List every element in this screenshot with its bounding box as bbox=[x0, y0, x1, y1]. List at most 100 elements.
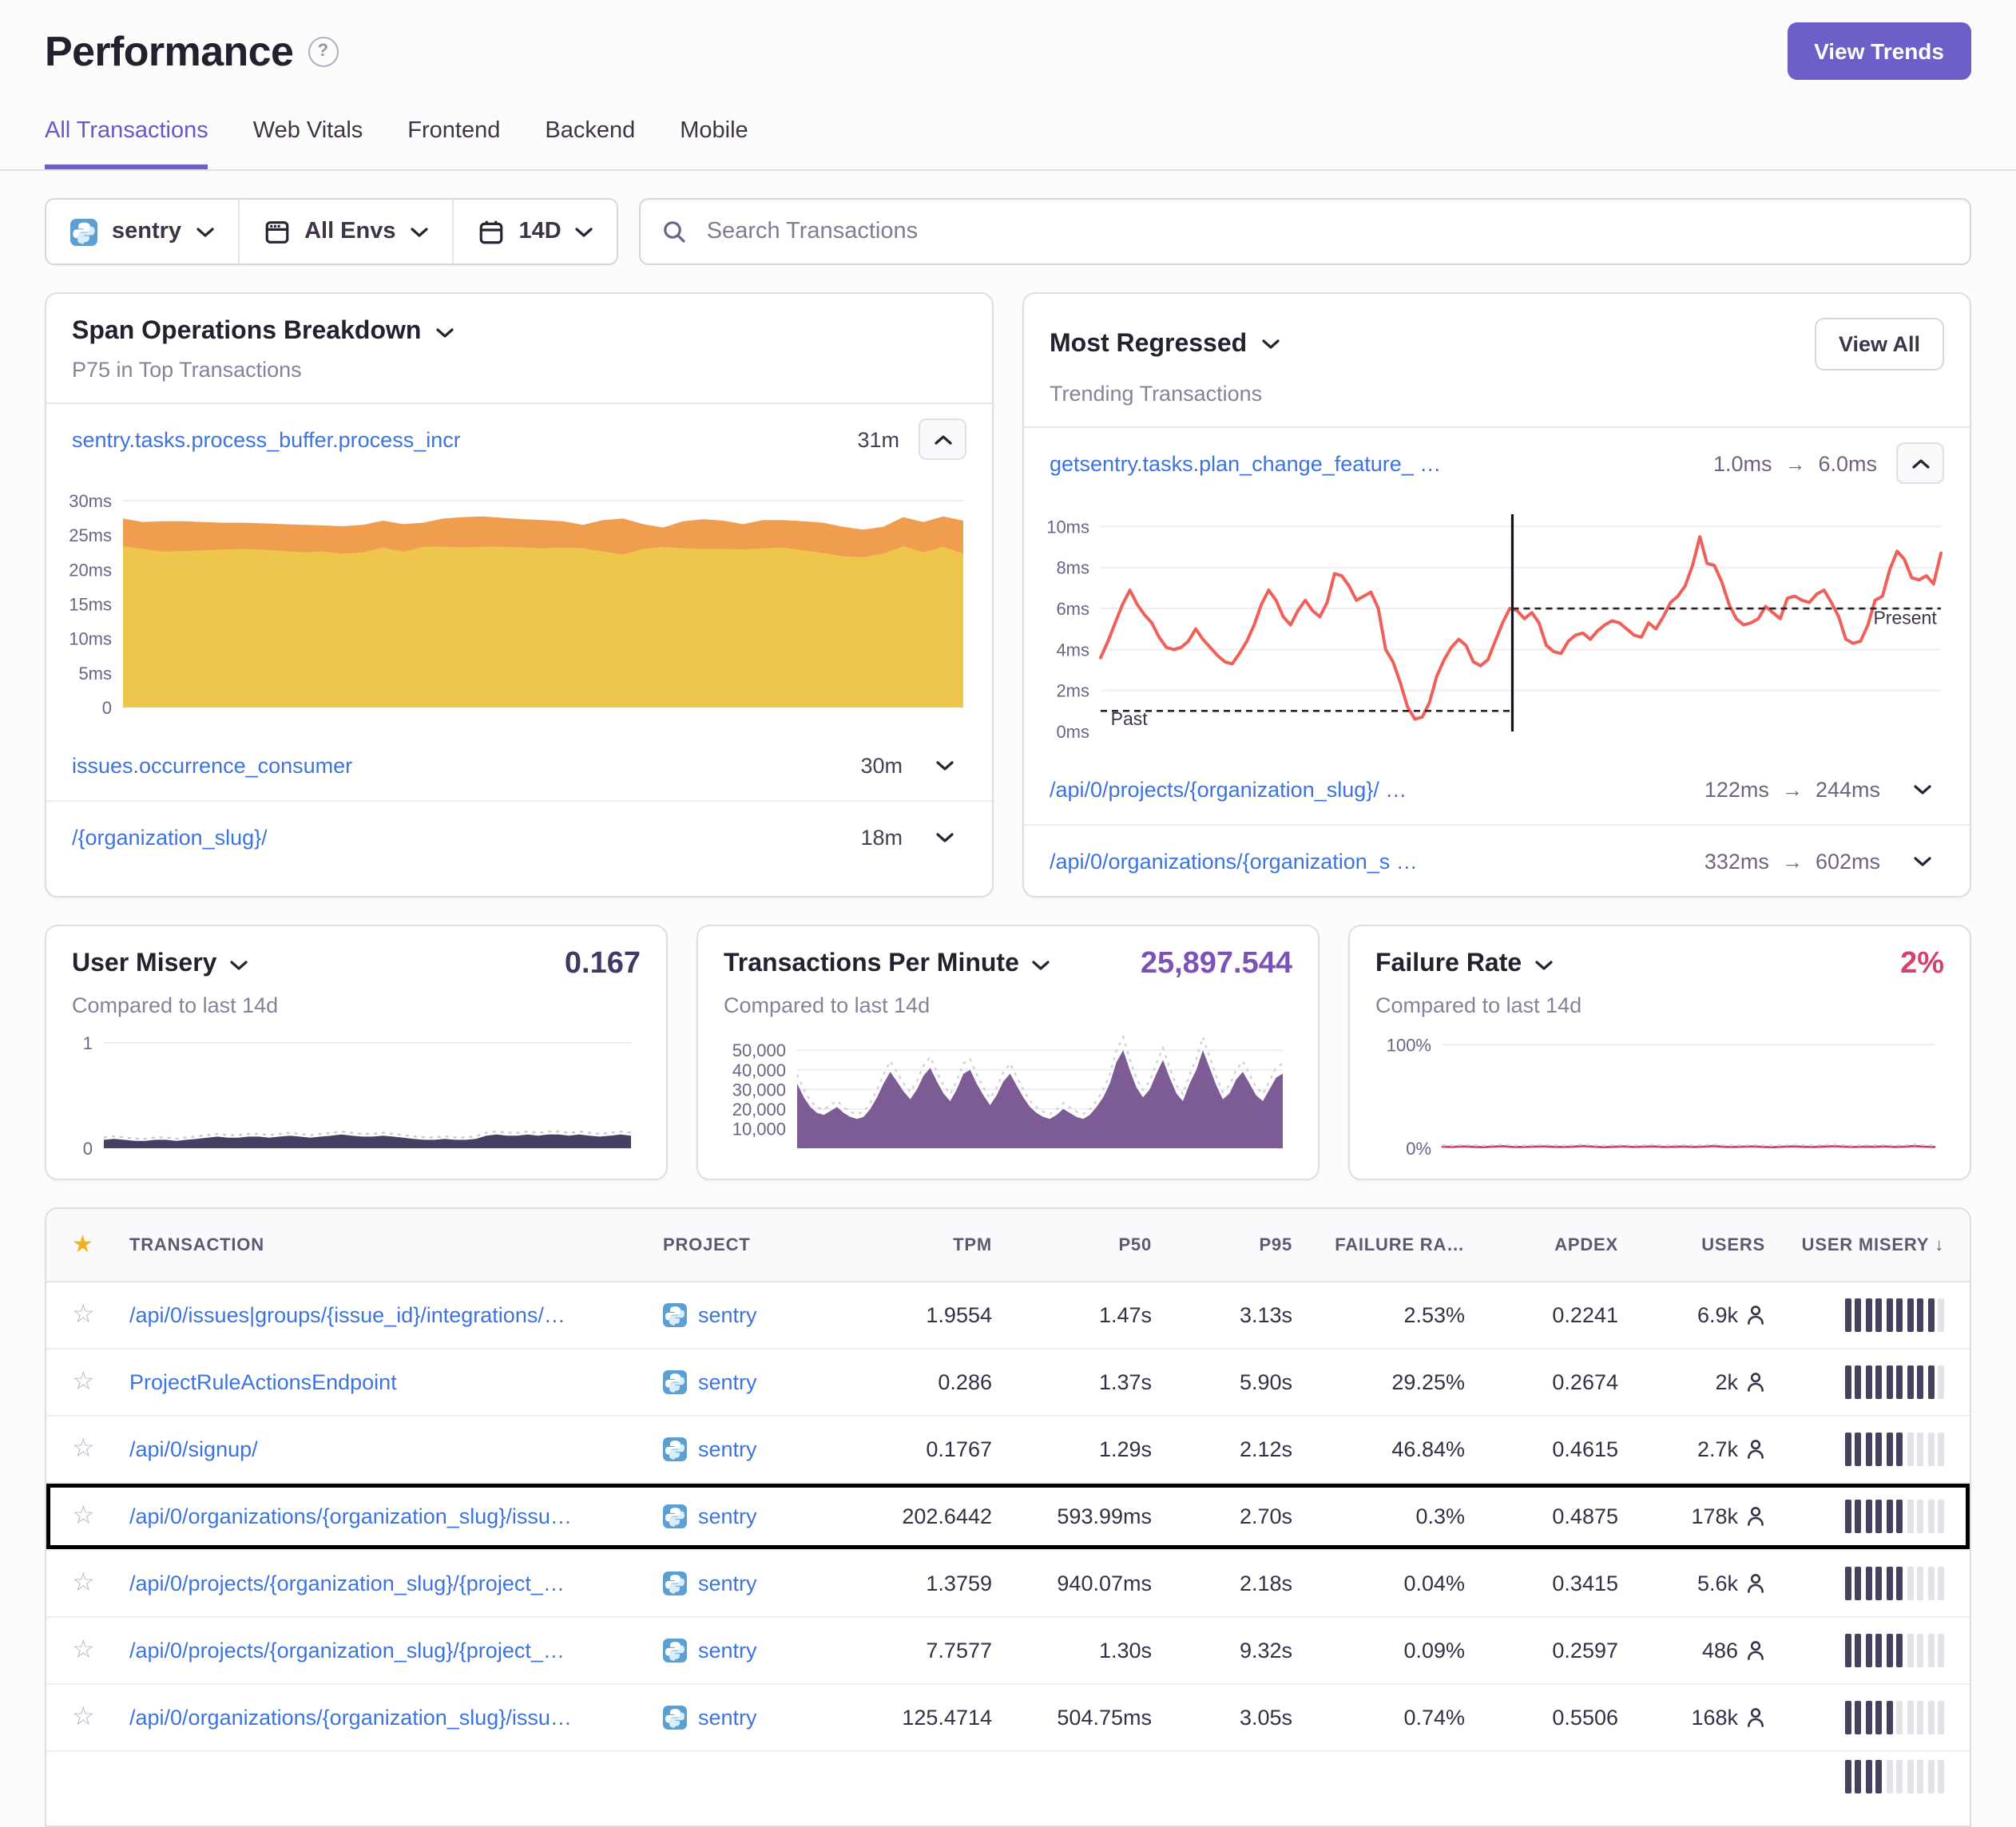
star-icon[interactable]: ☆ bbox=[72, 1301, 95, 1328]
chevron-down-icon[interactable] bbox=[1261, 339, 1279, 350]
svg-text:8ms: 8ms bbox=[1056, 558, 1089, 578]
transaction-link[interactable]: getsentry.tasks.plan_change_feature_ … bbox=[1050, 451, 1441, 475]
widget-panels: Span Operations Breakdown P75 in Top Tra… bbox=[45, 292, 1971, 898]
transaction-link[interactable]: /api/0/issues|groups/{issue_id}/integrat… bbox=[129, 1303, 650, 1327]
star-icon[interactable]: ☆ bbox=[72, 1435, 95, 1462]
star-icon[interactable]: ☆ bbox=[72, 1569, 95, 1596]
project-link[interactable]: sentry bbox=[698, 1571, 757, 1595]
page-header: Performance ? View Trends All Transactio… bbox=[0, 0, 2016, 171]
panel-transaction-row: sentry.tasks.process_buffer.process_incr… bbox=[46, 404, 992, 474]
table-body: ☆ /api/0/issues|groups/{issue_id}/integra… bbox=[46, 1282, 1970, 1825]
project-filter[interactable]: sentry bbox=[46, 200, 239, 264]
collapse-chevron-up-button[interactable] bbox=[919, 418, 966, 460]
project-link[interactable]: sentry bbox=[698, 1303, 757, 1327]
p95-value: 5.90s bbox=[1152, 1370, 1292, 1394]
transaction-link[interactable]: sentry.tasks.process_buffer.process_incr bbox=[72, 427, 461, 451]
chevron-down-icon[interactable] bbox=[1032, 959, 1050, 970]
svg-text:2ms: 2ms bbox=[1056, 681, 1089, 701]
sort-desc-icon: ↓ bbox=[1935, 1235, 1944, 1254]
tab-frontend[interactable]: Frontend bbox=[407, 118, 500, 169]
view-trends-button[interactable]: View Trends bbox=[1787, 22, 1971, 80]
transaction-link[interactable]: ProjectRuleActionsEndpoint bbox=[129, 1370, 650, 1394]
chevron-down-icon[interactable] bbox=[1534, 959, 1552, 970]
star-icon[interactable]: ☆ bbox=[72, 1368, 95, 1395]
span-operations-title[interactable]: Span Operations Breakdown bbox=[72, 318, 421, 347]
svg-text:10ms: 10ms bbox=[69, 629, 112, 649]
tab-mobile[interactable]: Mobile bbox=[680, 118, 748, 169]
column-failure-rate[interactable]: FAILURE RA… bbox=[1292, 1235, 1465, 1254]
project-link[interactable]: sentry bbox=[698, 1437, 757, 1461]
transaction-link[interactable]: /api/0/projects/{organization_slug}/{pro… bbox=[129, 1571, 650, 1595]
p95-value: 2.18s bbox=[1152, 1571, 1292, 1595]
star-header-icon[interactable]: ★ bbox=[72, 1233, 129, 1257]
failure-chart: 100%0% bbox=[1375, 1027, 1944, 1161]
expand-chevron-down-button[interactable] bbox=[922, 818, 966, 856]
card-subtitle: Compared to last 14d bbox=[72, 993, 641, 1017]
card-title[interactable]: User Misery bbox=[72, 950, 216, 979]
most-regressed-subtitle: Trending Transactions bbox=[1050, 382, 1944, 406]
column-project[interactable]: PROJECT bbox=[663, 1235, 851, 1254]
star-icon[interactable]: ☆ bbox=[72, 1502, 95, 1529]
view-all-button[interactable]: View All bbox=[1815, 318, 1944, 371]
transaction-link[interactable]: /api/0/projects/{organization_slug}/{pro… bbox=[129, 1639, 650, 1663]
svg-text:10ms: 10ms bbox=[1046, 517, 1089, 537]
table-row: ☆ /api/0/organizations/{organization_slug… bbox=[46, 1482, 1970, 1549]
calendar-icon bbox=[478, 218, 505, 245]
table-row: ☆/api/0/signup/sentry0.17671.29s2.12s46.… bbox=[46, 1415, 1970, 1482]
transaction-link[interactable]: /api/0/projects/{organization_slug}/ … bbox=[1050, 777, 1407, 801]
transaction-link[interactable]: /api/0/organizations/{organization_slug}… bbox=[129, 1504, 650, 1528]
python-project-icon bbox=[663, 1437, 687, 1461]
card-title[interactable]: Failure Rate bbox=[1375, 950, 1522, 979]
collapse-chevron-up-button[interactable] bbox=[1896, 442, 1944, 484]
p95-value: 3.13s bbox=[1152, 1303, 1292, 1327]
failure-rate-card: Failure Rate2%Compared to last 14d100%0% bbox=[1348, 925, 1971, 1180]
page-content: sentry All Envs 14D bbox=[0, 198, 2016, 1827]
search-input[interactable] bbox=[704, 217, 1949, 246]
p50-value: 1.30s bbox=[992, 1639, 1152, 1663]
card-title[interactable]: Transactions Per Minute bbox=[724, 950, 1019, 979]
table-row: ☆ /api/0/projects/{organization_slug}/{pr… bbox=[46, 1549, 1970, 1616]
tab-backend[interactable]: Backend bbox=[545, 118, 635, 169]
p50-value: 940.07ms bbox=[992, 1571, 1152, 1595]
tab-all-transactions[interactable]: All Transactions bbox=[45, 118, 208, 169]
expand-chevron-down-button[interactable] bbox=[1899, 770, 1944, 808]
expand-chevron-down-button[interactable] bbox=[1899, 842, 1944, 880]
column-users[interactable]: USERS bbox=[1618, 1235, 1765, 1254]
transaction-link[interactable]: issues.occurrence_consumer bbox=[72, 753, 352, 777]
column-transaction[interactable]: TRANSACTION bbox=[129, 1235, 663, 1254]
users-count: 168k bbox=[1691, 1706, 1738, 1730]
transaction-link[interactable]: /api/0/signup/ bbox=[129, 1437, 650, 1461]
person-icon bbox=[1746, 1439, 1765, 1460]
user-misery-bars bbox=[1844, 1365, 1944, 1399]
span-operations-chart: 30ms25ms20ms15ms10ms5ms0 bbox=[53, 481, 973, 720]
most-regressed-title[interactable]: Most Regressed bbox=[1050, 330, 1247, 359]
project-link[interactable]: sentry bbox=[698, 1504, 757, 1528]
project-link[interactable]: sentry bbox=[698, 1706, 757, 1730]
expand-chevron-down-button[interactable] bbox=[922, 746, 966, 784]
project-link[interactable]: sentry bbox=[698, 1370, 757, 1394]
date-range-filter[interactable]: 14D bbox=[454, 200, 617, 264]
column-p50[interactable]: P50 bbox=[992, 1235, 1152, 1254]
transaction-link[interactable]: /api/0/organizations/{organization_s … bbox=[1050, 849, 1418, 873]
environment-filter[interactable]: All Envs bbox=[239, 200, 453, 264]
python-project-icon bbox=[663, 1639, 687, 1663]
tpm-value: 202.6442 bbox=[851, 1504, 992, 1528]
user-misery-bars bbox=[1844, 1701, 1944, 1734]
column-p95[interactable]: P95 bbox=[1152, 1235, 1292, 1254]
help-icon[interactable]: ? bbox=[308, 36, 338, 66]
transaction-link[interactable]: /{organization_slug}/ bbox=[72, 825, 268, 849]
column-tpm[interactable]: TPM bbox=[851, 1235, 992, 1254]
svg-text:0%: 0% bbox=[1406, 1139, 1431, 1159]
tab-web-vitals[interactable]: Web Vitals bbox=[253, 118, 363, 169]
column-user-misery[interactable]: USER MISERY ↓ bbox=[1765, 1235, 1944, 1254]
transaction-link[interactable]: /api/0/organizations/{organization_slug}… bbox=[129, 1706, 650, 1730]
star-icon[interactable]: ☆ bbox=[72, 1703, 95, 1730]
svg-text:50,000: 50,000 bbox=[732, 1040, 786, 1060]
python-project-icon bbox=[663, 1370, 687, 1394]
chevron-down-icon[interactable] bbox=[229, 959, 247, 970]
star-icon[interactable]: ☆ bbox=[72, 1636, 95, 1663]
column-apdex[interactable]: APDEX bbox=[1465, 1235, 1618, 1254]
project-link[interactable]: sentry bbox=[698, 1639, 757, 1663]
table-header: ★ TRANSACTION PROJECT TPM P50 P95 FAILUR… bbox=[46, 1209, 1970, 1282]
chevron-down-icon[interactable] bbox=[435, 327, 453, 338]
